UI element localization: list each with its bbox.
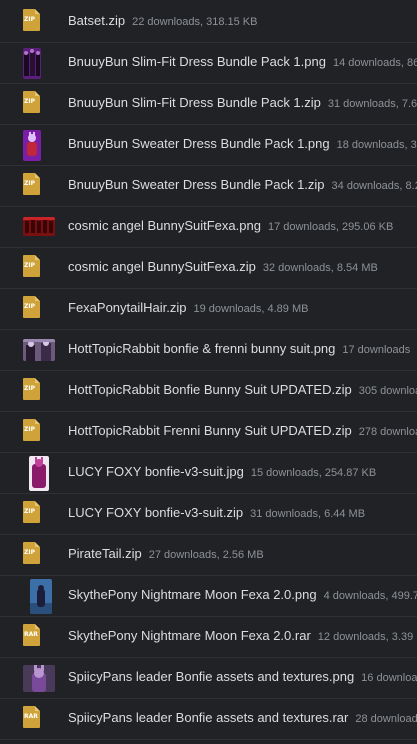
file-row[interactable]: ZIP Batset.zip 22 downloads, 318.15 KB [0,2,417,43]
zip-file-icon: ZIP [23,173,40,195]
file-row[interactable]: BnuuyBun Slim-Fit Dress Bundle Pack 1.pn… [0,43,417,84]
file-row[interactable]: ZIP HottTopicRabbit Frenni Bunny Suit UP… [0,412,417,453]
file-name-link[interactable]: HottTopicRabbit Bonfie Bunny Suit UPDATE… [68,382,417,397]
image-thumbnail[interactable] [23,665,55,692]
file-meta: 28 downloads, [355,713,417,725]
file-row[interactable]: BnuuyBun Sweater Dress Bundle Pack 1.png… [0,125,417,166]
file-row[interactable]: SpiicyPans leader Bonfie assets and text… [0,658,417,699]
file-meta: 31 downloads, 7.68 [327,98,417,110]
file-name-link[interactable]: LUCY FOXY bonfie-v3-suit.jpg 15 downloads… [68,464,376,479]
file-meta: 32 downloads, 8.54 MB [262,262,378,274]
file-meta: 4 downloads, 499.73 [323,590,417,602]
image-thumbnail[interactable] [29,456,49,491]
file-meta: 19 downloads, 4.89 MB [193,303,309,315]
zip-file-icon: ZIP [23,91,40,113]
file-name-link[interactable]: cosmic angel BunnySuitFexa.png 17 downloa… [68,218,393,233]
file-row[interactable]: ZIP BnuuyBun Sweater Dress Bundle Pack 1… [0,166,417,207]
file-row[interactable]: RAR SpiicyPans leader Bonfie assets and … [0,699,417,740]
rar-file-icon: RAR [23,624,40,646]
file-meta: 31 downloads, 6.44 MB [250,508,366,520]
file-meta: 18 downloads, 364 [336,139,417,151]
file-meta: 17 downloads [342,344,411,356]
zip-file-icon: ZIP [23,542,40,564]
zip-file-icon: ZIP [23,501,40,523]
file-name-link[interactable]: cosmic angel BunnySuitFexa.zip 32 downloa… [68,259,378,274]
file-meta: 14 downloads, 866 [332,57,417,69]
zip-file-icon: ZIP [23,9,40,31]
file-name-link[interactable]: HottTopicRabbit Frenni Bunny Suit UPDATE… [68,423,417,438]
file-meta: 12 downloads, 3.39 M [317,631,417,643]
file-name-link[interactable]: FexaPonytailHair.zip 19 downloads, 4.89 M… [68,300,308,315]
file-meta: 22 downloads, 318.15 KB [132,16,258,28]
file-row[interactable]: ZIP cosmic angel BunnySuitFexa.zip 32 dow… [0,248,417,289]
image-thumbnail[interactable] [23,339,55,361]
file-row[interactable]: ZIP LUCY FOXY bonfie-v3-suit.zip 31 downl… [0,494,417,535]
file-name-link[interactable]: BnuuyBun Slim-Fit Dress Bundle Pack 1.pn… [68,54,417,69]
file-name-link[interactable]: SkythePony Nightmare Moon Fexa 2.0.rar 12… [68,628,417,643]
file-name-link[interactable]: HottTopicRabbit bonfie & frenni bunny su… [68,341,410,356]
file-meta: 16 download [361,672,417,684]
image-thumbnail[interactable] [23,48,41,79]
file-name-link[interactable]: BnuuyBun Sweater Dress Bundle Pack 1.zip… [68,177,417,192]
zip-file-icon: ZIP [23,255,40,277]
image-thumbnail[interactable] [23,130,41,161]
file-name-link[interactable]: BnuuyBun Sweater Dress Bundle Pack 1.png… [68,136,417,151]
file-row[interactable]: HottTopicRabbit bonfie & frenni bunny su… [0,330,417,371]
image-thumbnail[interactable] [23,217,55,236]
file-name-link[interactable]: SpiicyPans leader Bonfie assets and text… [68,710,417,725]
file-row[interactable]: SkythePony Nightmare Moon Fexa 2.0.png 4 … [0,576,417,617]
file-name-link[interactable]: SpiicyPans leader Bonfie assets and text… [68,669,417,684]
file-meta: 17 downloads, 295.06 KB [267,221,394,233]
file-name-link[interactable]: BnuuyBun Slim-Fit Dress Bundle Pack 1.zi… [68,95,417,110]
file-name-link[interactable]: Batset.zip 22 downloads, 318.15 KB [68,13,257,28]
file-name-link[interactable]: PirateTail.zip 27 downloads, 2.56 MB [68,546,264,561]
file-meta: 278 downloa [358,426,417,438]
file-meta: 15 downloads, 254.87 KB [250,467,377,479]
image-thumbnail[interactable] [30,579,52,614]
file-name-link[interactable]: LUCY FOXY bonfie-v3-suit.zip 31 downloads… [68,505,365,520]
file-meta: 305 downloa [358,385,417,397]
file-row[interactable]: ZIP BnuuyBun Slim-Fit Dress Bundle Pack … [0,84,417,125]
file-row[interactable]: ZIP FexaPonytailHair.zip 19 downloads, 4.… [0,289,417,330]
file-row[interactable]: ZIP HottTopicRabbit Bonfie Bunny Suit UP… [0,371,417,412]
zip-file-icon: ZIP [23,378,40,400]
file-row[interactable]: cosmic angel BunnySuitFexa.png 17 downloa… [0,207,417,248]
file-row[interactable]: LUCY FOXY bonfie-v3-suit.jpg 15 downloads… [0,453,417,494]
file-row[interactable]: ZIP PirateTail.zip 27 downloads, 2.56 MB [0,535,417,576]
file-meta: 27 downloads, 2.56 MB [148,549,264,561]
zip-file-icon: ZIP [23,419,40,441]
rar-file-icon: RAR [23,706,40,728]
file-name-link[interactable]: SkythePony Nightmare Moon Fexa 2.0.png 4 … [68,587,417,602]
file-row[interactable]: RAR SkythePony Nightmare Moon Fexa 2.0.r… [0,617,417,658]
zip-file-icon: ZIP [23,296,40,318]
file-list: ZIP Batset.zip 22 downloads, 318.15 KB Bn… [0,0,417,744]
file-meta: 34 downloads, 8.25 [331,180,417,192]
